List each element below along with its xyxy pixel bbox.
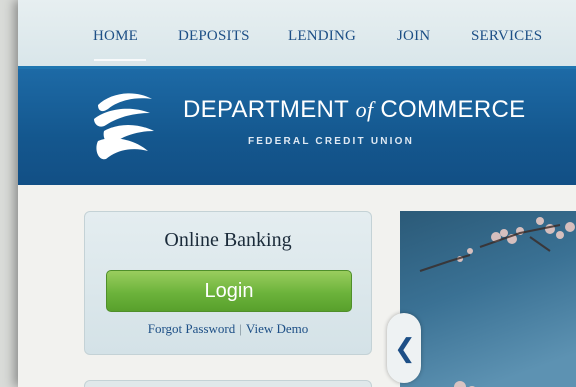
view-demo-link[interactable]: View Demo bbox=[246, 321, 308, 336]
hero-image bbox=[400, 211, 576, 387]
online-banking-panel: Online Banking Login Forgot Password | Vie… bbox=[84, 211, 372, 355]
nav-deposits[interactable]: DEPOSITS bbox=[178, 28, 250, 45]
org-title-part1: DEPARTMENT bbox=[183, 96, 349, 123]
nav-join[interactable]: JOIN bbox=[397, 28, 430, 45]
org-title: DEPARTMENT of COMMERCE bbox=[183, 96, 525, 124]
secondary-panel bbox=[84, 380, 372, 387]
chevron-left-icon: ❮ bbox=[394, 334, 416, 364]
page: HOME DEPOSITS LENDING JOIN SERVICES DEPA… bbox=[18, 0, 576, 387]
nav-services[interactable]: SERVICES bbox=[471, 28, 542, 45]
nav-home[interactable]: HOME bbox=[93, 28, 138, 45]
org-subtitle: FEDERAL CREDIT UNION bbox=[248, 136, 415, 147]
nav-lending[interactable]: LENDING bbox=[288, 28, 356, 45]
online-banking-title: Online Banking bbox=[164, 229, 292, 251]
login-button[interactable]: Login bbox=[106, 270, 352, 312]
cherry-blossom-image bbox=[419, 217, 575, 387]
header-banner: DEPARTMENT of COMMERCE FEDERAL CREDIT UN… bbox=[18, 69, 576, 185]
eagle-swoosh-logo-icon[interactable] bbox=[90, 87, 158, 165]
forgot-password-link[interactable]: Forgot Password bbox=[148, 321, 236, 336]
link-separator: | bbox=[239, 321, 242, 336]
org-title-part2: COMMERCE bbox=[380, 96, 526, 123]
org-title-of: of bbox=[355, 97, 374, 122]
active-nav-indicator bbox=[94, 59, 146, 61]
carousel-prev-button[interactable]: ❮ bbox=[387, 313, 421, 383]
top-navigation: HOME DEPOSITS LENDING JOIN SERVICES bbox=[18, 0, 576, 69]
login-links: Forgot Password | View Demo bbox=[85, 321, 371, 337]
